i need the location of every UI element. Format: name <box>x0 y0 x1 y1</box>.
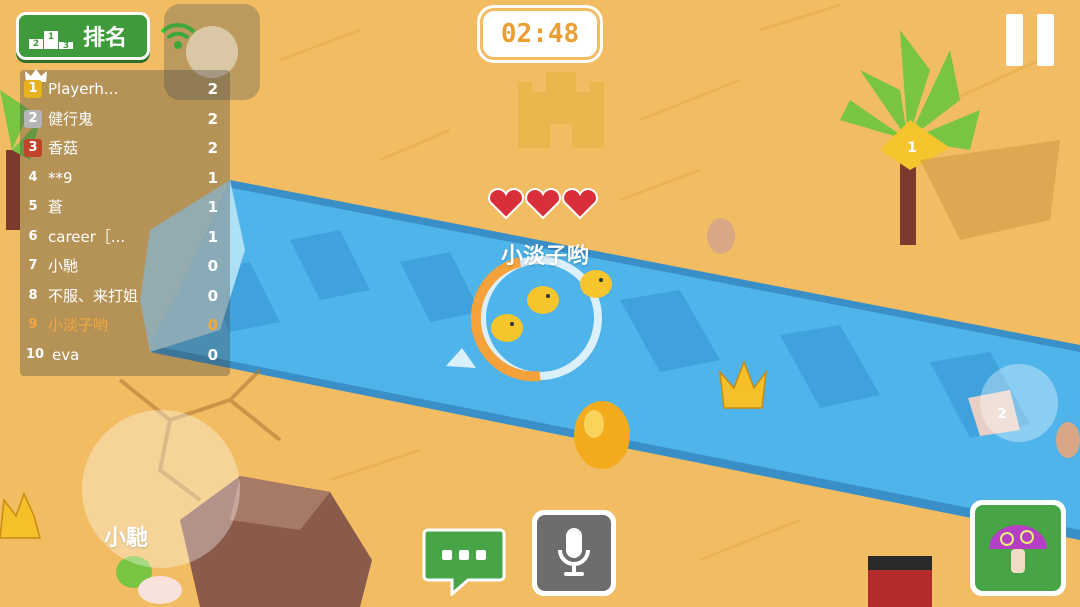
rank-number: 9 <box>28 317 38 332</box>
player-score: 1 <box>207 227 218 246</box>
player-score: 0 <box>207 345 218 364</box>
mushroom-icon <box>989 525 1047 573</box>
player-name: 健行鬼 <box>48 110 94 128</box>
timer-text: 02:48 <box>500 19 580 49</box>
rank-number: 8 <box>28 288 38 303</box>
pause-icon <box>1006 14 1023 66</box>
rank-badge: 2 <box>24 109 42 128</box>
player-name-label: 小淡子哟 <box>500 244 589 269</box>
chat-button[interactable] <box>422 526 506 596</box>
podium-icon: 2 1 3 <box>29 23 73 51</box>
voice-button[interactable] <box>532 510 616 596</box>
player-score: 2 <box>207 79 218 98</box>
player-name: eva <box>52 345 80 364</box>
leaderboard-row: 4 **9 1 <box>20 163 230 192</box>
player-name: Playerh... <box>48 79 119 98</box>
player-name: 不服、来打姐 <box>48 287 139 305</box>
leaderboard-row: 1 Playerh... 2 <box>20 74 230 103</box>
leaderboard-row: 10 eva 0 <box>20 340 230 369</box>
player-score: 1 <box>207 168 218 187</box>
player-score: 2 <box>207 138 218 157</box>
player-name: 小淡子哟 <box>48 316 109 334</box>
player-name: 小馳 <box>48 257 79 275</box>
leaderboard: 1 Playerh... 2 2 健行鬼 2 3 香菇 2 4 **9 1 5 … <box>20 69 230 376</box>
rank-button-label: 排名 <box>83 26 128 51</box>
player-score: 0 <box>207 256 218 275</box>
leaderboard-row: 2 健行鬼 2 <box>20 104 230 133</box>
player-score: 0 <box>207 315 218 334</box>
chat-icon <box>442 550 486 560</box>
tree-marker-label: 1 <box>907 140 917 156</box>
microphone-icon <box>558 528 590 576</box>
rank-number: 5 <box>28 199 38 214</box>
leaderboard-row: 8 不服、来打姐 0 <box>20 281 230 310</box>
leaderboard-row-self: 9 小淡子哟 0 <box>20 310 230 339</box>
player-name: 香菇 <box>48 139 79 157</box>
player-name: 蒼 <box>48 198 64 216</box>
player-score: 1 <box>207 197 218 216</box>
leaderboard-row: 7 小馳 0 <box>20 251 230 280</box>
rank-button[interactable]: 2 1 3 排名 <box>16 12 150 60</box>
pause-button[interactable] <box>1006 14 1056 66</box>
movement-joystick[interactable] <box>82 410 240 568</box>
action-joystick[interactable] <box>980 364 1058 442</box>
rank-number: 4 <box>28 170 38 185</box>
leaderboard-row: 6 career［... 1 <box>20 222 230 251</box>
hearts <box>488 188 598 220</box>
player-score: 0 <box>207 286 218 305</box>
rank-badge: 3 <box>24 138 42 157</box>
player-score: 2 <box>207 109 218 128</box>
match-timer: 02:48 <box>480 8 600 60</box>
leaderboard-row: 5 蒼 1 <box>20 192 230 221</box>
player-name: career［... <box>48 228 126 246</box>
player-name: **9 <box>48 168 73 187</box>
leaderboard-row: 3 香菇 2 <box>20 133 230 162</box>
rank-number: 6 <box>28 229 38 244</box>
mushroom-item-button[interactable] <box>970 500 1066 596</box>
rank-badge: 1 <box>24 79 42 98</box>
rank-number: 10 <box>25 347 45 362</box>
rank-number: 7 <box>28 258 38 273</box>
